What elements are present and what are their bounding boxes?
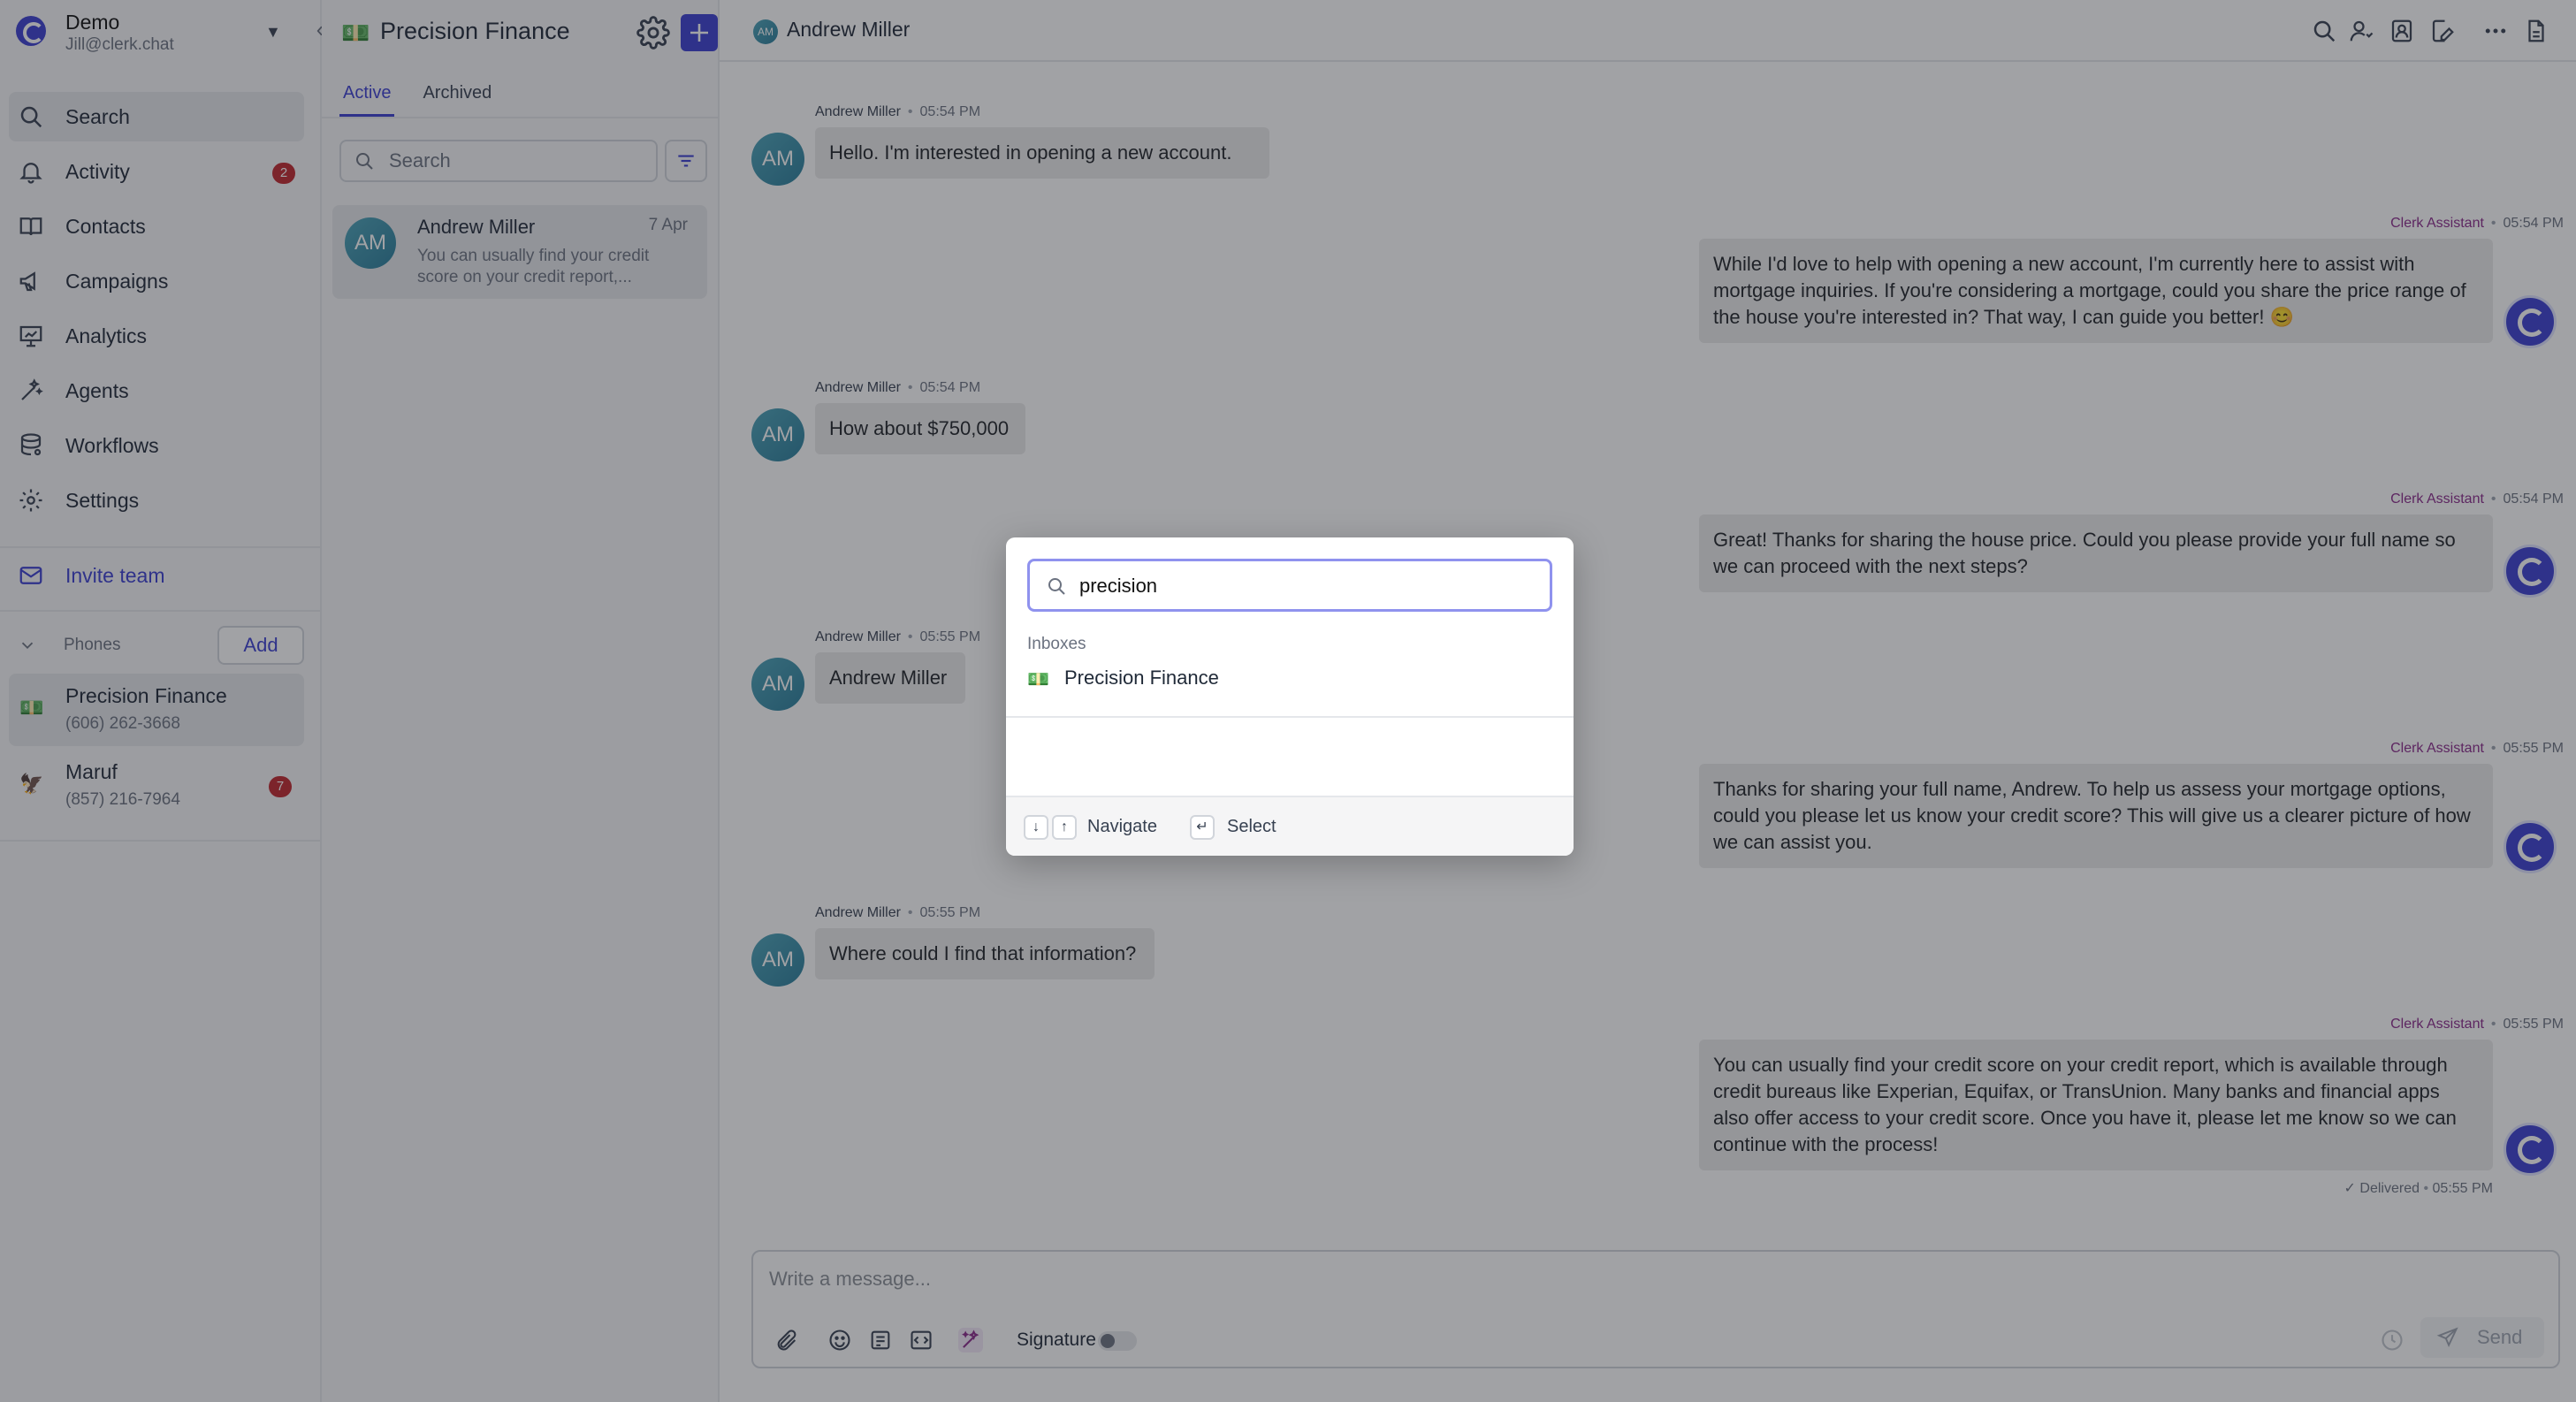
- arrow-up-key-icon: ↑: [1052, 815, 1077, 840]
- search-result-item[interactable]: 💵 Precision Finance: [1017, 658, 1563, 698]
- enter-key-icon: ↵: [1190, 815, 1215, 840]
- money-flag-icon: 💵: [1027, 670, 1049, 690]
- navigate-hint: Navigate: [1087, 817, 1157, 836]
- search-result-name: Precision Finance: [1064, 667, 1219, 689]
- select-hint: Select: [1227, 817, 1277, 836]
- command-search-modal: Inboxes 💵 Precision Finance ↓ ↑ Navigate…: [1006, 537, 1574, 856]
- arrow-down-key-icon: ↓: [1024, 815, 1048, 840]
- modal-footer: ↓ ↑ Navigate ↵ Select: [1006, 796, 1574, 856]
- command-search-input[interactable]: [1079, 572, 1539, 600]
- command-search-box[interactable]: [1027, 559, 1552, 612]
- modal-divider: [1006, 716, 1574, 718]
- search-icon: [1048, 578, 1065, 595]
- results-section-label: Inboxes: [1027, 635, 1086, 653]
